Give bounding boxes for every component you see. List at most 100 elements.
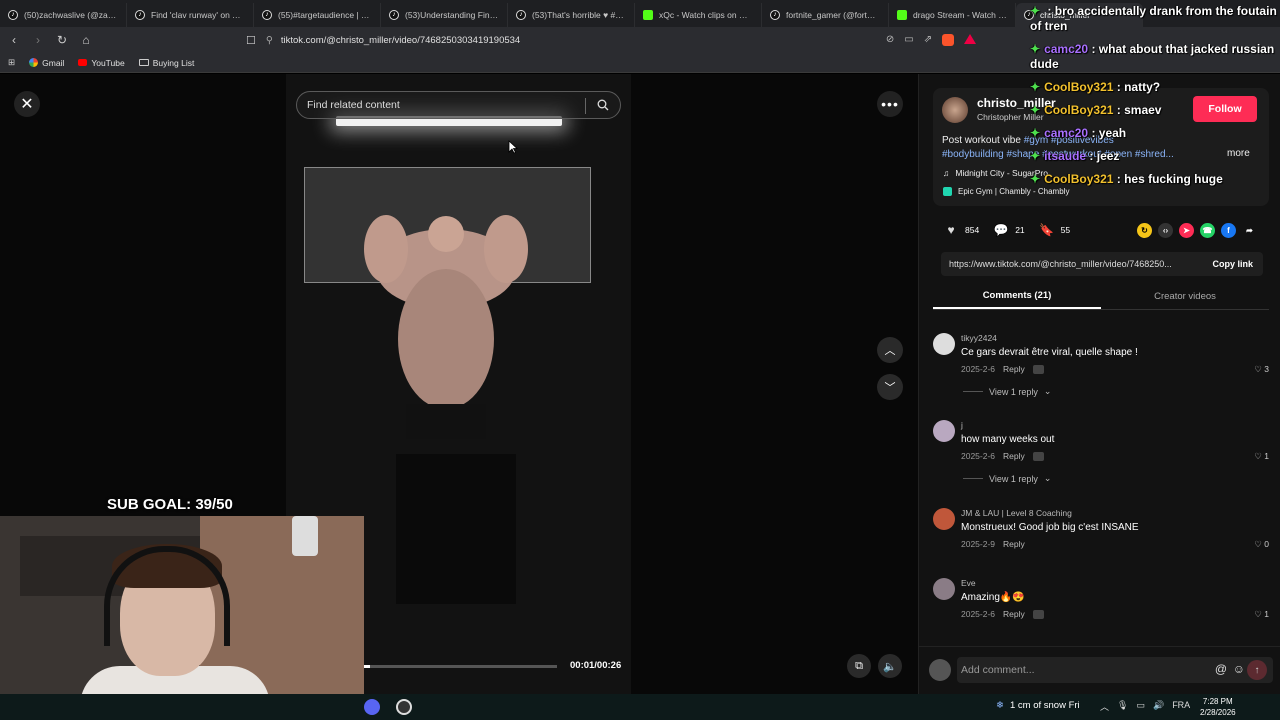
mention-icon[interactable]: @ [1215, 662, 1227, 676]
browser-tab[interactable]: xQc - Watch clips on Kick [635, 3, 762, 27]
google-icon [29, 58, 39, 67]
browser-tab[interactable]: ♪ (53)That's horrible ♥ #cla [508, 3, 635, 27]
reply-button[interactable]: Reply [1003, 451, 1025, 461]
discord-icon[interactable] [364, 699, 380, 715]
send-comment-button[interactable]: ↑ [1247, 660, 1267, 680]
related-search-input[interactable]: Find related content [296, 91, 621, 119]
comment-icon: 💬 [993, 223, 1009, 237]
reply-button[interactable]: Reply [1003, 539, 1025, 549]
url-field[interactable]: ⚲ tiktok.com/@christo_miller/video/74682… [266, 30, 866, 50]
tab-creator-videos[interactable]: Creator videos [1101, 284, 1269, 309]
comment-button[interactable]: 💬 21 [993, 222, 1025, 238]
location-icon [943, 187, 952, 196]
pip-button[interactable]: ⧉ [847, 654, 871, 678]
share-page-icon[interactable]: ⇗ [924, 34, 932, 46]
add-comment-input[interactable]: Add comment... @ ☺ ↑ [957, 657, 1273, 683]
whatsapp-icon[interactable]: ☎ [1200, 223, 1215, 238]
search-icon[interactable] [597, 99, 609, 111]
forward-icon[interactable]: › [28, 30, 48, 50]
taskbar-clock[interactable]: 7:28 PM 2/28/2026 [1200, 696, 1236, 718]
tiktok-icon: ♪ [135, 10, 145, 20]
embed-icon[interactable]: ‹› [1158, 223, 1173, 238]
browser-tab[interactable]: ♪ fortnite_gamer (@fortnite [762, 3, 889, 27]
mouse-cursor-icon [508, 140, 518, 154]
close-video-button[interactable]: ✕ [14, 91, 40, 117]
comment-meta: 2025-2-9 Reply [961, 539, 1025, 549]
volume-button[interactable]: 🔈 [878, 654, 902, 678]
apps-grid-icon[interactable]: ⊞ [8, 57, 15, 68]
bookmark-buying-list[interactable]: Buying List [138, 58, 194, 68]
bookmark-icon[interactable]: ☐ [246, 34, 256, 47]
stream-chat-overlay: ✦ : bro accidentally drank from the fout… [1030, 0, 1280, 195]
save-button[interactable]: 🔖 55 [1039, 222, 1070, 238]
reload-icon[interactable]: ↻ [52, 30, 72, 50]
brave-rewards-icon[interactable] [964, 34, 977, 44]
brave-shield-icon[interactable] [942, 34, 955, 46]
network-icon[interactable]: ▭ [1136, 700, 1145, 713]
more-options-button[interactable]: ••• [877, 91, 903, 117]
browser-tab[interactable]: ♪ (50)zachwaslive (@zachwa [0, 3, 127, 27]
repost-icon[interactable]: ↻ [1137, 223, 1152, 238]
tiktok-icon: ♪ [8, 10, 18, 20]
video-progress-bar[interactable] [362, 665, 557, 668]
reply-line [963, 391, 983, 392]
search-divider [585, 98, 586, 114]
browser-tab[interactable]: ♪ (53)Understanding Finaste [381, 3, 508, 27]
language-indicator[interactable]: FRA [1172, 700, 1190, 713]
emoji-icon[interactable]: ☺ [1233, 662, 1245, 676]
user-avatar [929, 659, 951, 681]
commenter-name[interactable]: j [961, 420, 963, 430]
mic-icon[interactable]: 🎙 [1117, 700, 1128, 713]
tiktok-icon: ♪ [389, 10, 399, 20]
home-icon[interactable]: ⌂ [76, 30, 96, 50]
commenter-avatar[interactable] [933, 420, 955, 442]
commenter-avatar[interactable] [933, 508, 955, 530]
reply-button[interactable]: Reply [1003, 364, 1025, 374]
copy-link-button[interactable]: Copy link [1202, 259, 1263, 269]
send-icon[interactable]: ➤ [1179, 223, 1194, 238]
chat-badge-icon: ✦ [1030, 42, 1041, 56]
browser-tab[interactable]: ♪ (55)#targetaudience | TikTo [254, 3, 381, 27]
comment-like-button[interactable]: ♡ 3 [1254, 364, 1269, 375]
snow-icon: ❄ [996, 700, 1004, 711]
commenter-avatar[interactable] [933, 333, 955, 355]
commenter-avatar[interactable] [933, 578, 955, 600]
folder-icon [138, 59, 149, 66]
comment-like-button[interactable]: ♡ 1 [1254, 451, 1269, 462]
browser-tab[interactable]: drago Stream - Watch Live [889, 3, 1016, 27]
like-button[interactable]: ♥ 854 [943, 222, 979, 238]
chevron-up-icon[interactable]: ︿ [1100, 700, 1109, 713]
browser-tab[interactable]: ♪ Find 'clav runway' on TikTo [127, 3, 254, 27]
view-replies-button[interactable]: View 1 reply ⌄ [963, 473, 1051, 484]
site-info-icon[interactable]: ⚲ [266, 35, 273, 46]
bookmark-youtube[interactable]: YouTube [78, 58, 125, 68]
commenter-name[interactable]: Eve [961, 578, 976, 588]
comment-like-button[interactable]: ♡ 0 [1254, 539, 1269, 550]
commenter-name[interactable]: JM & LAU | Level 8 Coaching [961, 508, 1072, 518]
tiktok-icon: ♪ [770, 10, 780, 20]
obs-icon[interactable] [396, 699, 412, 715]
weather-widget[interactable]: ❄ 1 cm of snow Fri [996, 700, 1080, 711]
kick-icon [643, 10, 653, 20]
volume-icon[interactable]: 🔊 [1153, 700, 1164, 713]
creator-avatar[interactable] [942, 97, 968, 123]
previous-video-button[interactable]: ︿ [877, 337, 903, 363]
bookmark-gmail[interactable]: Gmail [29, 58, 64, 68]
comment-text: Monstrueux! Good job big c'est INSANE [961, 522, 1139, 533]
cast-icon[interactable]: ▭ [904, 34, 913, 46]
video-link[interactable]: https://www.tiktok.com/@christo_miller/v… [941, 259, 1202, 269]
view-replies-button[interactable]: View 1 reply ⌄ [963, 386, 1051, 397]
comment-meta: 2025-2-6 Reply [961, 364, 1044, 374]
comment-like-button[interactable]: ♡ 1 [1254, 609, 1269, 620]
tab-comments[interactable]: Comments (21) [933, 284, 1101, 309]
facebook-icon[interactable]: f [1221, 223, 1236, 238]
next-video-button[interactable]: ﹀ [877, 374, 903, 400]
bodybuilder-figure [364, 215, 528, 439]
no-translate-icon[interactable]: ⊘ [886, 34, 894, 46]
chat-message: ✦ camc20 : yeah [1030, 126, 1127, 140]
back-icon[interactable]: ‹ [4, 30, 24, 50]
share-icon[interactable]: ➦ [1242, 223, 1257, 238]
system-tray: ︿ 🎙 ▭ 🔊 FRA [1100, 700, 1190, 713]
reply-button[interactable]: Reply [1003, 609, 1025, 619]
commenter-name[interactable]: tikyy2424 [961, 333, 997, 343]
